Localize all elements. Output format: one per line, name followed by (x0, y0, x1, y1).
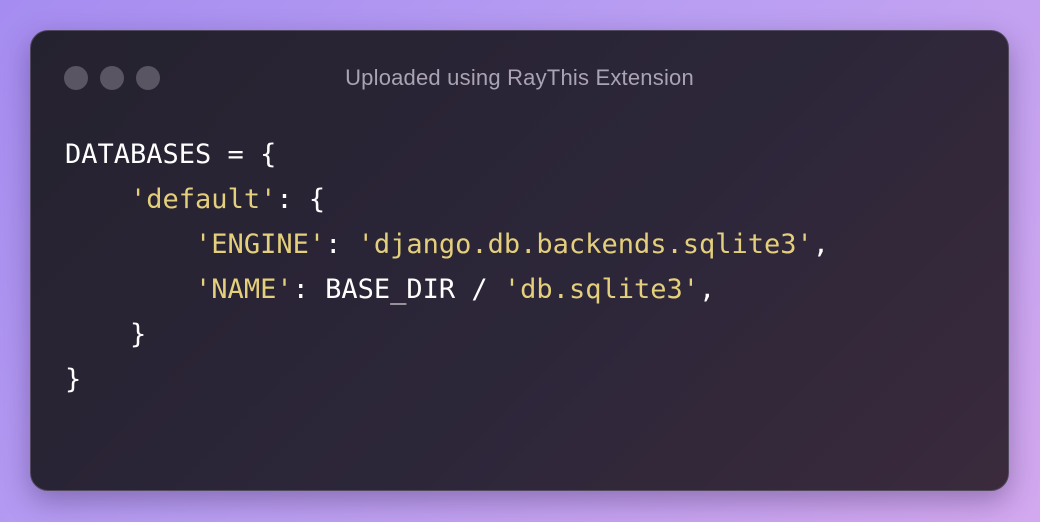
code-window: Uploaded using RayThis Extension DATABAS… (30, 30, 1009, 491)
code-line-4: 'NAME': BASE_DIR / 'db.sqlite3', (65, 267, 829, 312)
code-string-token: 'ENGINE' (195, 229, 326, 260)
code-token: : (325, 229, 358, 260)
code-string-token: 'default' (130, 184, 277, 215)
code-string-token: 'django.db.backends.sqlite3' (357, 229, 813, 260)
code-token: } (65, 319, 147, 350)
code-token: } (65, 364, 82, 395)
code-token: : BASE_DIR / (292, 274, 504, 305)
code-token: , (812, 229, 830, 260)
code-line-1: DATABASES = { (65, 132, 829, 177)
code-token: , (699, 274, 716, 305)
code-line-2: 'default': { (65, 177, 829, 222)
code-line-6: } (65, 357, 829, 402)
code-string-token: 'db.sqlite3' (503, 274, 699, 305)
window-titlebar: Uploaded using RayThis Extension (31, 31, 1008, 123)
code-block: DATABASES = { 'default': { 'ENGINE': 'dj… (65, 132, 829, 402)
code-token: : { (276, 184, 326, 215)
code-line-5: } (65, 312, 829, 357)
code-string-token: 'NAME' (195, 274, 293, 305)
code-line-3: 'ENGINE': 'django.db.backends.sqlite3', (65, 222, 829, 267)
window-title: Uploaded using RayThis Extension (345, 65, 694, 90)
code-token: DATABASES = { (65, 139, 277, 170)
